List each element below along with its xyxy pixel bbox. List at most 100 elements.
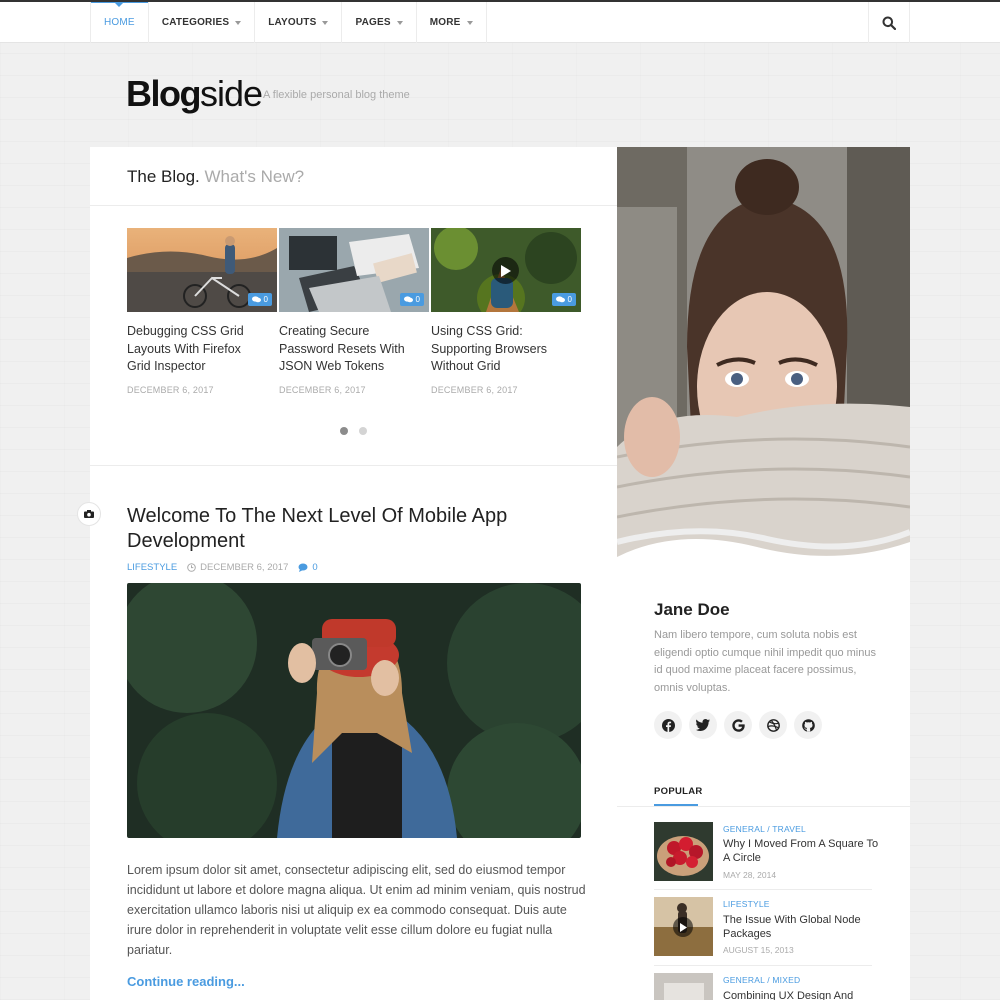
post-excerpt: Lorem ipsum dolor sit amet, consectetur … <box>127 863 586 957</box>
caret-down-icon <box>235 20 242 25</box>
caret-down-icon <box>396 20 403 25</box>
photographer-photo <box>127 583 581 838</box>
comment-count-badge: 0 <box>247 293 272 306</box>
slide-thumbnail[interactable]: 0 <box>431 228 581 312</box>
slide-thumbnail[interactable]: 0 <box>127 228 277 312</box>
post-comments-wrap[interactable]: 0 <box>298 562 318 573</box>
comment-count: 0 <box>415 295 420 304</box>
github-icon <box>801 718 815 732</box>
google-icon <box>731 718 745 732</box>
divider <box>90 465 617 466</box>
ux-design-photo <box>654 973 713 1000</box>
logo-light-text: side <box>199 73 263 114</box>
slide-title[interactable]: Debugging CSS Grid Layouts With Firefox … <box>127 323 267 376</box>
main-nav: HOME CATEGORIES LAYOUTS PAGES MORE <box>0 2 1000 43</box>
play-icon <box>501 264 511 277</box>
camera-icon <box>84 510 94 518</box>
comments-icon <box>555 296 565 303</box>
post-comment-count: 0 <box>312 562 318 573</box>
social-links <box>654 711 822 739</box>
dribbble-icon <box>766 718 780 732</box>
post-meta: LIFESTYLE DECEMBER 6, 2017 0 <box>127 562 318 573</box>
google-button[interactable] <box>724 711 752 739</box>
logo-bold-text: Blog <box>126 73 201 114</box>
post-date-wrap: DECEMBER 6, 2017 <box>187 562 288 573</box>
popular-category[interactable]: LIFESTYLE <box>723 899 770 909</box>
twitter-icon <box>696 719 710 731</box>
divider <box>654 889 872 890</box>
slide-title[interactable]: Using CSS Grid: Supporting Browsers With… <box>431 323 571 376</box>
comment-count: 0 <box>567 295 572 304</box>
comments-icon <box>403 296 413 303</box>
slide-date: DECEMBER 6, 2017 <box>127 385 214 395</box>
nav-item-label: CATEGORIES <box>161 17 230 28</box>
nav-item-layouts[interactable]: LAYOUTS <box>254 2 341 43</box>
site-logo[interactable]: Blog side <box>126 73 263 115</box>
slide-date: DECEMBER 6, 2017 <box>279 385 366 395</box>
comment-count-badge: 0 <box>551 293 576 306</box>
search-button[interactable] <box>868 2 910 43</box>
dribbble-button[interactable] <box>759 711 787 739</box>
slide-title[interactable]: Creating Secure Password Resets With JSO… <box>279 323 419 376</box>
strawberries-photo <box>654 822 713 881</box>
play-button[interactable] <box>492 257 519 284</box>
twitter-button[interactable] <box>689 711 717 739</box>
nav-item-label: HOME <box>104 17 135 28</box>
main-content: The Blog. What's New? 0 0 0 Debugging CS… <box>90 147 617 1000</box>
popular-title[interactable]: Combining UX Design And <box>723 989 883 1000</box>
clock-icon <box>187 563 196 572</box>
post-title[interactable]: Welcome To The Next Level Of Mobile App … <box>127 504 547 554</box>
nav-item-home[interactable]: HOME <box>90 2 148 43</box>
section-title: The Blog. What's New? <box>127 167 304 187</box>
comments-icon <box>251 296 261 303</box>
facebook-icon <box>661 718 675 732</box>
nav-item-pages[interactable]: PAGES <box>341 2 415 43</box>
comment-count-badge: 0 <box>399 293 424 306</box>
site-tagline: A flexible personal blog theme <box>263 89 410 101</box>
post-featured-image[interactable] <box>127 583 581 838</box>
popular-thumbnail[interactable] <box>654 973 713 1000</box>
author-name: Jane Doe <box>654 600 730 619</box>
divider <box>617 806 910 807</box>
facebook-button[interactable] <box>654 711 682 739</box>
post-category[interactable]: LIFESTYLE <box>127 562 177 573</box>
popular-category[interactable]: GENERAL / TRAVEL <box>723 824 806 834</box>
caret-down-icon <box>322 20 329 25</box>
section-title-main: The Blog. <box>127 167 200 186</box>
nav-inner: HOME CATEGORIES LAYOUTS PAGES MORE <box>90 2 910 43</box>
play-button[interactable] <box>673 917 693 937</box>
comment-count: 0 <box>263 295 268 304</box>
popular-title[interactable]: The Issue With Global Node Packages <box>723 913 883 941</box>
github-button[interactable] <box>794 711 822 739</box>
carousel-dot-active[interactable] <box>340 427 348 435</box>
section-title-sub: What's New? <box>204 167 305 186</box>
popular-thumbnail[interactable] <box>654 897 713 956</box>
search-icon <box>882 16 896 30</box>
divider <box>90 205 617 206</box>
author-photo <box>617 147 910 587</box>
author-bio: Nam libero tempore, cum soluta nobis est… <box>654 629 876 694</box>
popular-date: AUGUST 15, 2013 <box>723 945 794 955</box>
slide-thumbnail[interactable]: 0 <box>279 228 429 312</box>
post-date: DECEMBER 6, 2017 <box>200 562 289 573</box>
nav-item-label: MORE <box>429 17 461 28</box>
popular-title[interactable]: Why I Moved From A Square To A Circle <box>723 837 883 865</box>
play-icon <box>680 922 687 932</box>
continue-reading-link[interactable]: Continue reading... <box>127 974 245 989</box>
caret-down-icon <box>466 20 473 25</box>
nav-item-label: LAYOUTS <box>268 17 317 28</box>
popular-underline <box>654 804 698 806</box>
popular-category[interactable]: GENERAL / MIXED <box>723 975 800 985</box>
divider <box>654 965 872 966</box>
slide-date: DECEMBER 6, 2017 <box>431 385 518 395</box>
popular-thumbnail[interactable] <box>654 822 713 881</box>
comment-icon <box>298 563 308 572</box>
nav-item-categories[interactable]: CATEGORIES <box>147 2 254 43</box>
nav-item-more[interactable]: MORE <box>415 2 487 43</box>
nav-item-label: PAGES <box>355 17 391 28</box>
author-portrait <box>617 147 910 587</box>
sidebar: Jane Doe Nam libero tempore, cum soluta … <box>617 147 910 1000</box>
carousel-dot[interactable] <box>359 427 367 435</box>
post-format-badge <box>77 502 101 526</box>
popular-date: MAY 28, 2014 <box>723 870 777 880</box>
